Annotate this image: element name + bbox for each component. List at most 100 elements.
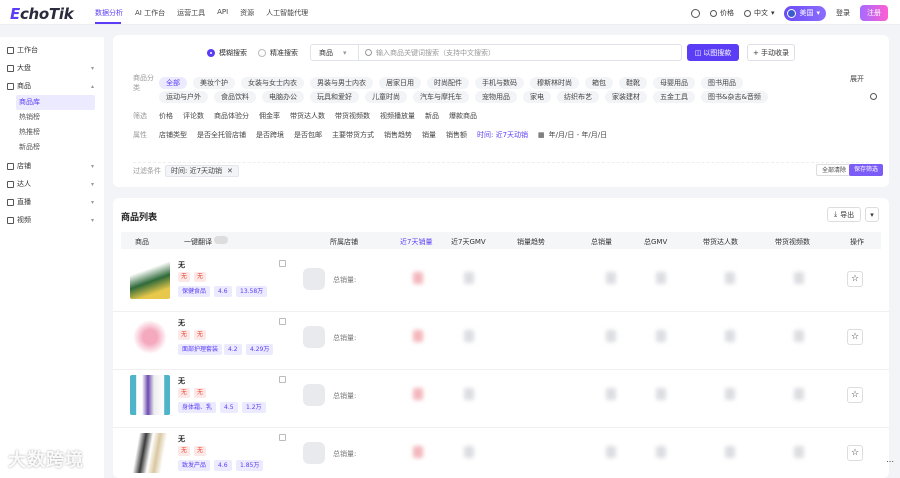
header-7d-sales[interactable]: 近7天销量 — [400, 237, 432, 247]
login-button[interactable]: 登录 — [836, 8, 850, 18]
category-chip[interactable]: 男装与男士内衣 — [310, 77, 373, 89]
language-select[interactable]: 中文 ▾ — [743, 8, 774, 18]
save-filter-button[interactable]: 保存筛选 — [849, 164, 884, 176]
image-search-button[interactable]: ◫ 以图搜款 — [687, 44, 739, 61]
sidebar-item-shop[interactable]: 店铺 ▾ — [0, 157, 104, 175]
sidebar-item-workbench[interactable]: 工作台 — [0, 41, 104, 59]
product-name[interactable]: 无 — [178, 376, 185, 386]
category-chip[interactable]: 居家日用 — [379, 77, 421, 89]
filter-dropdown[interactable]: 商品体验分 — [214, 111, 249, 121]
copy-icon[interactable] — [279, 260, 286, 267]
filter-dropdown[interactable]: 店铺类型 — [159, 130, 187, 140]
condition-tag[interactable]: 时间: 近7天动销 ✕ — [165, 165, 239, 177]
category-chip[interactable]: 宠物用品 — [475, 91, 517, 103]
header-videos[interactable]: 带货视频数 — [775, 237, 810, 247]
category-chip-all[interactable]: 全部 — [159, 77, 187, 89]
nav-data-analysis[interactable]: 数据分析 — [95, 8, 123, 18]
clear-all-button[interactable]: 全部清除 — [816, 164, 853, 176]
product-name[interactable]: 无 — [178, 434, 185, 444]
category-chip[interactable]: 食品饮料 — [214, 91, 256, 103]
filter-dropdown[interactable]: 带货视频数 — [335, 111, 370, 121]
sidebar-sub-product-library[interactable]: 商品库 — [16, 95, 95, 110]
category-chip[interactable]: 玩具和爱好 — [310, 91, 359, 103]
category-chip[interactable]: 家装建材 — [605, 91, 647, 103]
sidebar-sub-hot-push[interactable]: 热推榜 — [16, 125, 104, 140]
filter-dropdown[interactable]: 评论数 — [183, 111, 204, 121]
register-button[interactable]: 注册 — [860, 5, 888, 21]
more-icon[interactable]: ⋯ — [886, 457, 894, 466]
nav-ai-agent[interactable]: 人工智能代理 — [266, 8, 308, 18]
product-image[interactable] — [130, 259, 170, 299]
header-creators[interactable]: 带货达人数 — [703, 237, 738, 247]
product-name[interactable]: 无 — [178, 318, 185, 328]
category-chip[interactable]: 箱包 — [585, 77, 613, 89]
search-category-select[interactable]: 商品 ▾ — [311, 45, 359, 60]
category-chip[interactable]: 图书用品 — [701, 77, 743, 89]
category-chip[interactable]: 汽车与摩托车 — [413, 91, 469, 103]
sidebar-sub-new-products[interactable]: 新品榜 — [16, 140, 104, 155]
copy-icon[interactable] — [279, 376, 286, 383]
price-link[interactable]: 价格 — [709, 8, 734, 18]
filter-dropdown[interactable]: 销售趋势 — [384, 130, 412, 140]
category-chip[interactable]: 家电 — [523, 91, 551, 103]
table-row[interactable]: 无 无 无 面部护理套装 4.2 4.29万 总销量: ☆ — [113, 312, 889, 370]
category-chip[interactable]: 五金工具 — [653, 91, 695, 103]
sidebar-item-video[interactable]: 视频 ▾ — [0, 211, 104, 229]
sidebar-item-market[interactable]: 大盘 ▾ — [0, 59, 104, 77]
exact-search-radio[interactable]: 精准搜索 — [258, 48, 298, 58]
sidebar-item-creator[interactable]: 达人 ▾ — [0, 175, 104, 193]
filter-dropdown[interactable]: 佣金率 — [259, 111, 280, 121]
search-icon[interactable] — [690, 8, 700, 18]
category-chip[interactable]: 图书&杂志&音频 — [701, 91, 768, 103]
category-chip[interactable]: 电脑办公 — [262, 91, 304, 103]
product-name[interactable]: 无 — [178, 260, 185, 270]
table-row[interactable]: 无 无 无 身体霜、乳 4.5 1.2万 总销量: ☆ — [113, 370, 889, 428]
table-row[interactable]: 无 无 无 致发产品 4.6 1.85万 总销量: ☆ — [113, 428, 889, 478]
nav-resources[interactable]: 资源 — [240, 8, 254, 18]
category-chip[interactable]: 鞋靴 — [619, 77, 647, 89]
filter-dropdown[interactable]: 视频播放量 — [380, 111, 415, 121]
category-chip[interactable]: 运动与户外 — [159, 91, 208, 103]
header-7d-gmv[interactable]: 近7天GMV — [451, 237, 486, 247]
favorite-star-icon[interactable]: ☆ — [847, 271, 863, 287]
filter-dropdown[interactable]: 是否跨境 — [256, 130, 284, 140]
filter-dropdown[interactable]: 销售额 — [446, 130, 467, 140]
favorite-star-icon[interactable]: ☆ — [847, 329, 863, 345]
fuzzy-search-radio[interactable]: 模糊搜索 — [207, 48, 247, 58]
date-range-input[interactable]: 年/月/日 - 年/月/日 — [549, 130, 607, 140]
category-chip[interactable]: 穆斯林时尚 — [530, 77, 579, 89]
filter-dropdown[interactable]: 主要带货方式 — [332, 130, 374, 140]
manual-add-button[interactable]: + 手动收录 — [747, 44, 795, 61]
filter-dropdown[interactable]: 是否全托管店铺 — [197, 130, 246, 140]
header-total-gmv[interactable]: 总GMV — [644, 237, 667, 247]
sidebar-item-product[interactable]: 商品 ▴ — [0, 77, 104, 95]
copy-icon[interactable] — [279, 318, 286, 325]
filter-dropdown[interactable]: 带货达人数 — [290, 111, 325, 121]
nav-api[interactable]: API — [217, 8, 228, 18]
time-filter-dropdown[interactable]: 时间: 近7天动销 — [477, 130, 528, 140]
filter-dropdown[interactable]: 是否包邮 — [294, 130, 322, 140]
favorite-star-icon[interactable]: ☆ — [847, 387, 863, 403]
filter-dropdown[interactable]: 新品 — [425, 111, 439, 121]
search-icon[interactable] — [870, 93, 877, 100]
nav-ops-tools[interactable]: 运营工具 — [177, 8, 205, 18]
table-row[interactable]: 无 无 无 保健食品 4.6 13.58万 总销量: ☆ — [113, 254, 889, 312]
category-chip[interactable]: 纺织布艺 — [557, 91, 599, 103]
close-icon[interactable]: ✕ — [227, 167, 233, 175]
category-chip[interactable]: 女装与女士内衣 — [241, 77, 304, 89]
favorite-star-icon[interactable]: ☆ — [847, 445, 863, 461]
export-button[interactable]: ⤓ 导出 — [827, 207, 862, 222]
sidebar-item-live[interactable]: 直播 ▾ — [0, 193, 104, 211]
category-chip[interactable]: 美妆个护 — [193, 77, 235, 89]
nav-ai-workbench[interactable]: AI 工作台 — [135, 8, 165, 18]
country-select[interactable]: 美国 ▾ — [784, 5, 826, 21]
filter-dropdown[interactable]: 爆款商品 — [449, 111, 477, 121]
expand-button[interactable]: 展开 — [850, 74, 864, 84]
product-image[interactable] — [130, 317, 170, 357]
filter-dropdown[interactable]: 销量 — [422, 130, 436, 140]
category-chip[interactable]: 儿童时尚 — [365, 91, 407, 103]
export-menu-button[interactable]: ▾ — [865, 207, 879, 222]
category-chip[interactable]: 时尚配件 — [427, 77, 469, 89]
copy-icon[interactable] — [279, 434, 286, 441]
translate-toggle[interactable] — [214, 236, 228, 244]
